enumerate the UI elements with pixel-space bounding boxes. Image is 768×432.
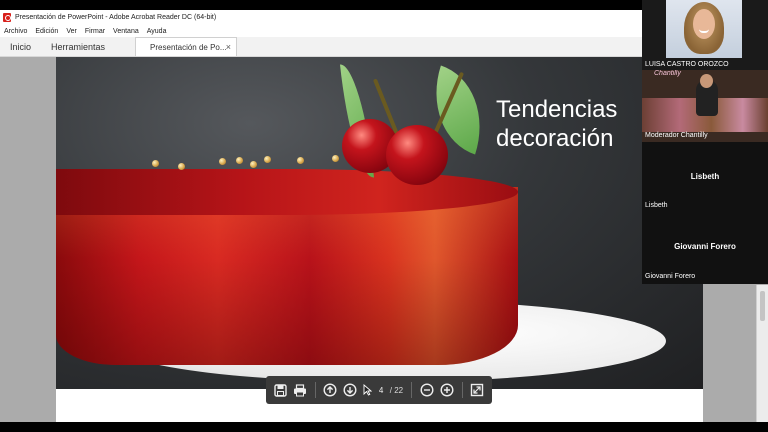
title-bar: Presentación de PowerPoint - Adobe Acrob… bbox=[0, 10, 642, 25]
acrobat-reader-icon bbox=[3, 13, 11, 22]
menu-ventana[interactable]: Ventana bbox=[113, 28, 139, 35]
zoom-in-icon[interactable] bbox=[440, 382, 454, 398]
scrollbar-thumb[interactable] bbox=[760, 291, 765, 321]
participants-panel: LUISA CASTRO OROZCO Chantilly Moderador … bbox=[642, 0, 768, 284]
gold-bead bbox=[250, 161, 257, 168]
menu-ver[interactable]: Ver bbox=[66, 28, 77, 35]
cake-top bbox=[56, 169, 518, 215]
participant-video bbox=[700, 74, 713, 88]
participant-tile[interactable]: Chantilly Moderador Chantilly bbox=[642, 70, 768, 142]
screen: Presentación de PowerPoint - Adobe Acrob… bbox=[0, 0, 768, 432]
menu-ayuda[interactable]: Ayuda bbox=[147, 28, 167, 35]
participant-name: Moderador Chantilly bbox=[645, 132, 708, 139]
gold-bead bbox=[219, 158, 226, 165]
slide-title: Tendencias decoración bbox=[496, 96, 618, 152]
tab-document[interactable]: Presentación de Po... × bbox=[135, 37, 238, 56]
print-icon[interactable] bbox=[293, 382, 307, 398]
page-number-input[interactable]: 4 bbox=[378, 386, 383, 395]
gold-bead bbox=[178, 163, 185, 170]
floating-toolbar: 4 / 22 bbox=[266, 376, 492, 404]
zoom-out-icon[interactable] bbox=[420, 382, 434, 398]
cursor-icon bbox=[363, 382, 373, 398]
participant-tile[interactable]: Lisbeth Lisbeth bbox=[642, 142, 768, 213]
tab-herramientas[interactable]: Herramientas bbox=[41, 37, 115, 56]
menu-edicion[interactable]: Edición bbox=[35, 28, 58, 35]
close-tab-icon[interactable]: × bbox=[226, 42, 231, 52]
page-down-icon[interactable] bbox=[343, 382, 357, 398]
page-total: / 22 bbox=[389, 385, 404, 395]
gold-bead bbox=[297, 157, 304, 164]
shop-sign: Chantilly bbox=[654, 70, 681, 77]
save-icon[interactable] bbox=[274, 382, 287, 398]
tab-inicio[interactable]: Inicio bbox=[0, 37, 41, 56]
participant-name: LUISA CASTRO OROZCO bbox=[645, 61, 729, 68]
vertical-scrollbar[interactable] bbox=[756, 285, 768, 422]
participant-name: Giovanni Forero bbox=[645, 273, 696, 280]
window-title: Presentación de PowerPoint - Adobe Acrob… bbox=[15, 14, 217, 21]
menu-firmar[interactable]: Firmar bbox=[85, 28, 105, 35]
fit-page-icon[interactable] bbox=[470, 382, 484, 398]
participant-tile[interactable]: Giovanni Forero Giovanni Forero bbox=[642, 213, 768, 284]
menu-bar: Archivo Edición Ver Firmar Ventana Ayuda bbox=[0, 25, 642, 37]
participant-name: Lisbeth bbox=[645, 202, 668, 209]
tab-bar: Inicio Herramientas Presentación de Po..… bbox=[0, 37, 642, 57]
gold-bead bbox=[332, 155, 339, 162]
slide-image: Tendencias decoración bbox=[56, 57, 703, 389]
page-up-icon[interactable] bbox=[323, 382, 337, 398]
participant-tile[interactable]: LUISA CASTRO OROZCO bbox=[642, 0, 768, 70]
participant-avatar-name: Giovanni Forero bbox=[674, 242, 736, 251]
participant-avatar-name: Lisbeth bbox=[690, 172, 720, 181]
cherry bbox=[386, 125, 448, 185]
menu-archivo[interactable]: Archivo bbox=[4, 28, 27, 35]
tab-document-label: Presentación de Po... bbox=[150, 42, 226, 52]
gold-bead bbox=[264, 156, 271, 163]
gold-bead bbox=[236, 157, 243, 164]
participant-video bbox=[693, 9, 715, 39]
gold-bead bbox=[152, 160, 159, 167]
